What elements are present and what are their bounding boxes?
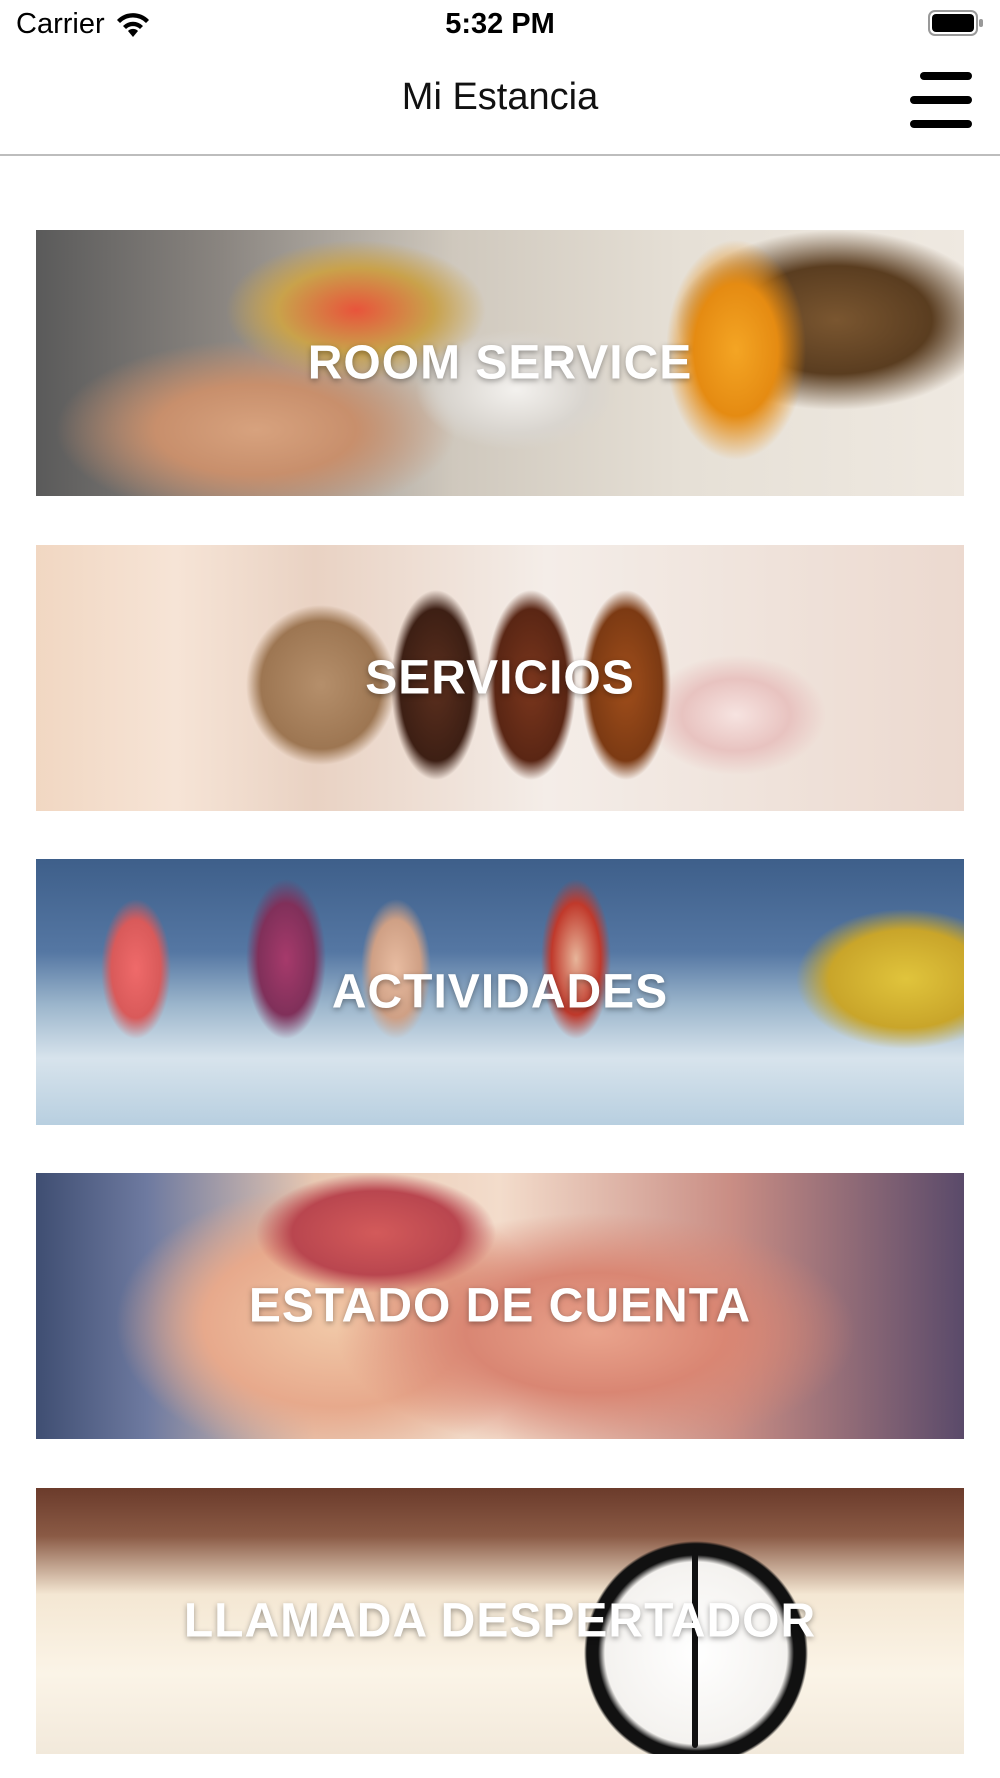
actividades-label: ACTIVIDADES [331, 965, 669, 1019]
menu-line-top [920, 72, 972, 80]
hamburger-menu-icon[interactable] [908, 68, 972, 132]
battery-icon [928, 10, 983, 36]
menu-line-middle [910, 96, 972, 104]
room-service-label: ROOM SERVICE [307, 336, 693, 390]
llamada-despertador-card[interactable]: LLAMADA DESPERTADOR [36, 1488, 964, 1754]
status-time: 5:32 PM [445, 8, 555, 40]
navigation-bar: Mi Estancia [0, 52, 1000, 156]
servicios-card[interactable]: SERVICIOS [36, 545, 964, 811]
page-title: Mi Estancia [401, 76, 599, 118]
llamada-despertador-label: LLAMADA DESPERTADOR [183, 1594, 817, 1648]
app-screen: Carrier 5:32 PM Mi Estancia ROOM SERVICE [0, 0, 1000, 1778]
actividades-card[interactable]: ACTIVIDADES [36, 859, 964, 1125]
menu-line-bottom [910, 120, 972, 128]
estado-de-cuenta-label: ESTADO DE CUENTA [248, 1279, 752, 1333]
estado-de-cuenta-card[interactable]: ESTADO DE CUENTA [36, 1173, 964, 1439]
room-service-card[interactable]: ROOM SERVICE [36, 230, 964, 496]
servicios-label: SERVICIOS [365, 651, 635, 705]
status-bar: Carrier 5:32 PM [0, 0, 1000, 50]
